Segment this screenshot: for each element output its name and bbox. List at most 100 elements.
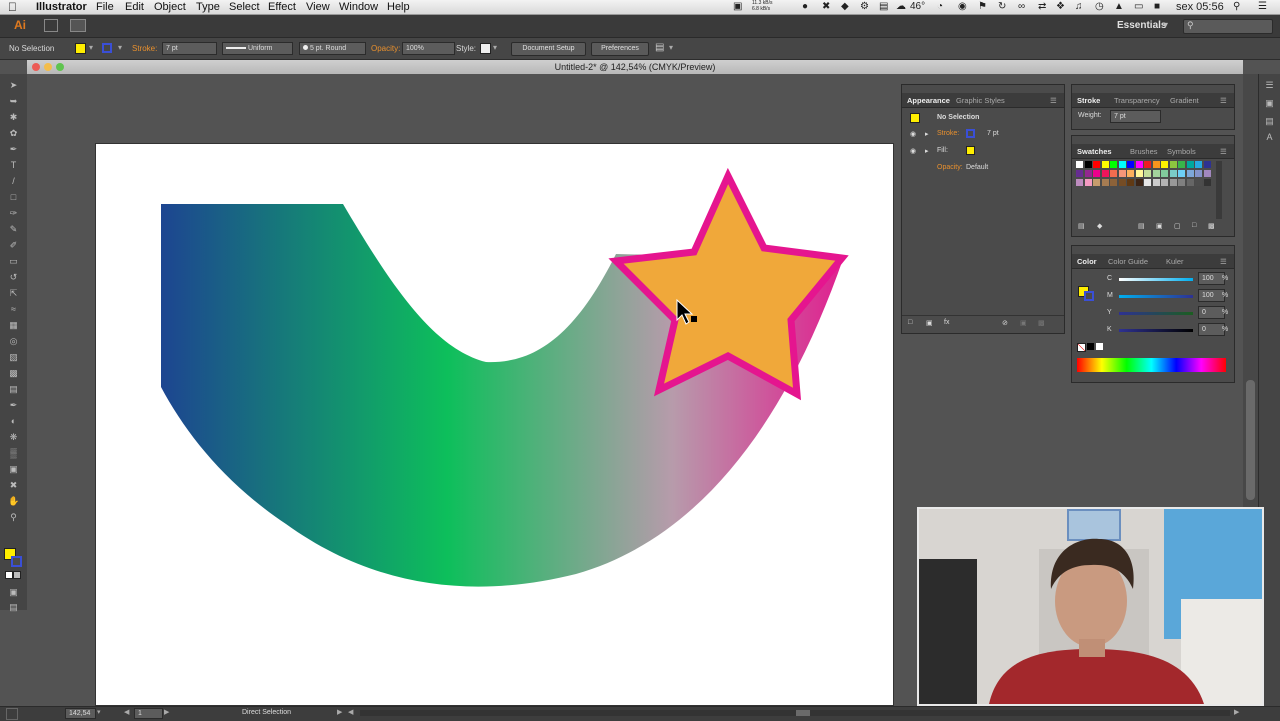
color-swatch[interactable] xyxy=(1084,161,1092,168)
tool-icon[interactable]: ✖ xyxy=(822,0,830,14)
add-stroke-icon[interactable]: ▣ xyxy=(926,319,933,327)
stroke-weight-field[interactable]: 7 pt xyxy=(162,42,217,55)
status-menu-icon[interactable]: ▶ xyxy=(337,708,342,716)
tab-appearance[interactable]: Appearance xyxy=(907,96,950,105)
channel-c-slider[interactable] xyxy=(1119,278,1193,281)
channel-k-slider[interactable] xyxy=(1119,329,1193,332)
scroll-right-icon[interactable]: ▶ xyxy=(1234,708,1239,716)
eyedropper-tool-icon[interactable]: ✒ xyxy=(8,400,19,410)
chevron-down-icon[interactable]: ▾ xyxy=(1163,20,1168,31)
pencil-tool-icon[interactable]: ✎ xyxy=(8,224,19,234)
color-swatch[interactable] xyxy=(1093,161,1100,168)
color-swatch[interactable] xyxy=(1203,170,1211,177)
color-swatch[interactable] xyxy=(1135,161,1143,168)
first-artboard-icon[interactable]: ◀ xyxy=(124,708,129,716)
paintbrush-tool-icon[interactable]: ✑ xyxy=(8,208,19,218)
column-graph-tool-icon[interactable]: ▒ xyxy=(8,448,19,458)
chevron-down-icon[interactable]: ▾ xyxy=(97,708,101,716)
menu-file[interactable]: File xyxy=(96,0,114,14)
preferences-button[interactable]: Preferences xyxy=(591,42,649,56)
color-swatch[interactable] xyxy=(1076,161,1083,168)
screen-mode-icon[interactable]: ▤ xyxy=(8,602,19,612)
color-swatch[interactable] xyxy=(1144,170,1151,177)
search-input[interactable]: ⚲ xyxy=(1183,19,1273,34)
new-color-group-icon[interactable]: ▣ xyxy=(1156,222,1163,230)
opacity-field[interactable]: 100% xyxy=(402,42,455,55)
chevron-down-icon[interactable]: ▾ xyxy=(89,43,93,52)
panel-menu-icon[interactable]: ☰ xyxy=(1220,257,1227,266)
menu-object[interactable]: Object xyxy=(154,0,186,14)
symbol-sprayer-tool-icon[interactable]: ❋ xyxy=(8,432,19,442)
character-icon[interactable]: A xyxy=(1264,132,1275,142)
lasso-tool-icon[interactable]: ✿ xyxy=(8,128,19,138)
color-swatch[interactable] xyxy=(1110,179,1117,186)
color-swatch[interactable] xyxy=(1203,161,1211,168)
new-art-icon[interactable]: □ xyxy=(908,319,912,326)
color-swatch[interactable] xyxy=(1152,170,1160,177)
color-swatch[interactable] xyxy=(1152,161,1160,168)
color-stroke-box[interactable] xyxy=(1084,291,1094,301)
arrange-icon[interactable]: ▤ xyxy=(655,42,664,53)
color-swatch[interactable] xyxy=(1161,179,1168,186)
color-swatch[interactable] xyxy=(1110,161,1117,168)
mesh-tool-icon[interactable]: ▩ xyxy=(8,368,19,378)
color-swatch[interactable] xyxy=(1076,170,1083,177)
battery-icon[interactable]: ▭ xyxy=(1134,0,1143,14)
zoom-window-button[interactable] xyxy=(56,63,64,71)
delete-swatch-icon[interactable]: ▩ xyxy=(1208,222,1215,230)
color-swatch[interactable] xyxy=(1161,170,1168,177)
sync-icon[interactable]: ⇄ xyxy=(1038,0,1046,14)
scale-tool-icon[interactable]: ⇱ xyxy=(8,288,19,298)
opacity-row-label[interactable]: Opacity: xyxy=(937,164,963,171)
magic-wand-tool-icon[interactable]: ✱ xyxy=(8,112,19,122)
color-swatch[interactable] xyxy=(1076,179,1083,186)
menu-select[interactable]: Select xyxy=(229,0,260,14)
time-machine-icon[interactable]: ◷ xyxy=(1095,0,1104,14)
color-swatch[interactable] xyxy=(1195,179,1202,186)
chevron-down-icon[interactable]: ▾ xyxy=(118,43,122,52)
color-swatch[interactable] xyxy=(1118,161,1126,168)
selection-tool-icon[interactable]: ➤ xyxy=(8,80,19,90)
pen-tool-icon[interactable]: ✒ xyxy=(8,144,19,154)
swatch-options-icon[interactable]: ▤ xyxy=(1138,222,1145,230)
scrollbar-thumb[interactable] xyxy=(1246,380,1255,500)
screen-icon[interactable]: ▤ xyxy=(879,0,888,14)
next-artboard-icon[interactable]: ▶ xyxy=(164,708,169,716)
color-swatch[interactable] xyxy=(1186,179,1194,186)
color-swatch[interactable] xyxy=(1101,170,1109,177)
artwork[interactable] xyxy=(96,144,893,705)
color-swatch[interactable] xyxy=(1169,179,1177,186)
new-swatch-icon[interactable]: □ xyxy=(1192,222,1196,229)
shape-builder-tool-icon[interactable]: ◎ xyxy=(8,336,19,346)
zoom-tool-icon[interactable]: ⚲ xyxy=(8,512,19,522)
blend-tool-icon[interactable]: ◐ xyxy=(8,416,19,426)
color-swatch[interactable] xyxy=(1144,161,1151,168)
color-mode-button[interactable] xyxy=(5,571,13,579)
eye-icon[interactable]: ◉ xyxy=(910,130,916,138)
workspace-switcher[interactable]: Essentials xyxy=(1117,20,1166,31)
menu-edit[interactable]: Edit xyxy=(125,0,144,14)
opacity-label[interactable]: Opacity: xyxy=(371,44,400,53)
rotate-tool-icon[interactable]: ↺ xyxy=(8,272,19,282)
dropbox-icon[interactable]: ◆ xyxy=(841,0,849,14)
color-swatch[interactable] xyxy=(1178,161,1185,168)
disclosure-icon[interactable]: ▸ xyxy=(925,147,929,155)
color-spectrum[interactable] xyxy=(1077,358,1226,372)
settings-icon[interactable]: ⚙ xyxy=(860,0,869,14)
free-transform-tool-icon[interactable]: ▦ xyxy=(8,320,19,330)
slice-tool-icon[interactable]: ✖ xyxy=(8,480,19,490)
horizontal-scrollbar[interactable] xyxy=(360,710,1230,716)
scroll-left-icon[interactable]: ◀ xyxy=(348,708,353,716)
flag-icon[interactable]: ⚑ xyxy=(978,0,987,14)
color-swatch[interactable] xyxy=(1093,179,1100,186)
stroke-row-swatch[interactable] xyxy=(966,129,975,138)
swatch-grid[interactable] xyxy=(1076,161,1222,219)
reload-icon[interactable]: ↻ xyxy=(998,0,1006,14)
rectangle-tool-icon[interactable]: □ xyxy=(8,192,19,202)
color-swatch[interactable] xyxy=(1203,179,1211,186)
color-swatch[interactable] xyxy=(1135,179,1143,186)
color-swatch[interactable] xyxy=(1127,179,1134,186)
tab-swatches[interactable]: Swatches xyxy=(1077,147,1112,156)
close-window-button[interactable] xyxy=(32,63,40,71)
menu-window[interactable]: Window xyxy=(339,0,378,14)
